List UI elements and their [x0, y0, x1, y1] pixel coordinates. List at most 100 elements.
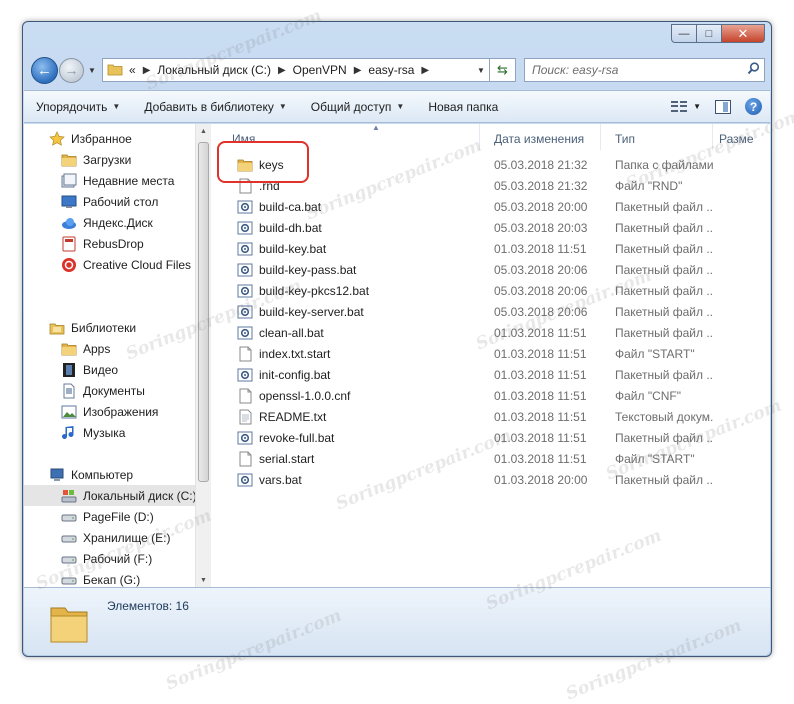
computer-group: Компьютер Локальный диск (C:) PageFile (D…: [24, 464, 195, 589]
file-date: 01.03.2018 11:51: [494, 388, 587, 403]
cc-icon: [61, 257, 77, 273]
file-row[interactable]: build-key-pass.bat 05.03.2018 20:06 Пакетн…: [212, 259, 770, 280]
arrow-left-icon: ←: [37, 61, 52, 79]
nav-drive-item[interactable]: Рабочий (F:): [24, 548, 195, 569]
organize-menu[interactable]: Упорядочить ▼: [36, 100, 120, 114]
file-row[interactable]: build-ca.bat 05.03.2018 20:00 Пакетный фай…: [212, 196, 770, 217]
address-bar[interactable]: « ▶ Локальный диск (C:) ▶ OpenVPN ▶ easy…: [102, 58, 490, 82]
nav-favorite-item[interactable]: Недавние места: [24, 170, 195, 191]
minimize-button[interactable]: —: [671, 24, 697, 43]
file-list-pane: ▲ Имя Дата изменения Тип Разме keys 05.03…: [212, 123, 770, 589]
file-name: .rnd: [259, 178, 280, 193]
file-row[interactable]: README.txt 01.03.2018 11:51 Текстовый доку…: [212, 406, 770, 427]
file-date: 05.03.2018 20:00: [494, 199, 588, 214]
column-date-modified[interactable]: Дата изменения: [480, 124, 601, 150]
new-folder-button[interactable]: Новая папка: [428, 100, 498, 114]
back-button[interactable]: ←: [31, 56, 58, 84]
file-type: Файл "START": [615, 346, 695, 361]
nav-favorite-item[interactable]: Рабочий стол: [24, 191, 195, 212]
favorites-group: Избранное Загрузки Недавние места Рабочий …: [24, 128, 195, 275]
drive-icon: [61, 551, 77, 567]
breadcrumb-local-disk[interactable]: Локальный диск (C:): [157, 63, 271, 77]
file-row[interactable]: .rnd 05.03.2018 21:32 Файл "RND": [212, 175, 770, 196]
nav-library-item[interactable]: Изображения: [24, 401, 195, 422]
forward-button[interactable]: →: [59, 57, 84, 83]
file-row[interactable]: build-dh.bat 05.03.2018 20:03 Пакетный фай…: [212, 217, 770, 238]
breadcrumb-separator[interactable]: ▶: [143, 65, 151, 76]
file-row[interactable]: serial.start 01.03.2018 11:51 Файл "START": [212, 448, 770, 469]
nav-favorite-item[interactable]: RebusDrop: [24, 233, 195, 254]
nav-favorite-item[interactable]: Загрузки: [24, 149, 195, 170]
file-row[interactable]: vars.bat 01.03.2018 20:00 Пакетный файл ..…: [212, 469, 770, 490]
file-row[interactable]: build-key-pkcs12.bat 05.03.2018 20:06 Паке…: [212, 280, 770, 301]
scroll-up-icon[interactable]: ▲: [196, 124, 211, 140]
nav-library-item[interactable]: Apps: [24, 338, 195, 359]
file-date: 05.03.2018 20:06: [494, 283, 588, 298]
maximize-button[interactable]: □: [697, 24, 722, 43]
file-row[interactable]: keys 05.03.2018 21:32 Папка с файлами: [212, 154, 770, 175]
help-icon[interactable]: ?: [745, 98, 762, 115]
file-name: build-ca.bat: [259, 199, 322, 214]
file-type: Пакетный файл ...: [615, 367, 713, 382]
file-name: build-key-pkcs12.bat: [259, 283, 370, 298]
nav-drive-item[interactable]: PageFile (D:): [24, 506, 195, 527]
file-row[interactable]: openssl-1.0.0.cnf 01.03.2018 11:51 Файл "C…: [212, 385, 770, 406]
breadcrumb-openvpn[interactable]: OpenVPN: [293, 63, 347, 77]
file-row[interactable]: init-config.bat 01.03.2018 11:51 Пакетный …: [212, 364, 770, 385]
column-type[interactable]: Тип: [601, 124, 713, 150]
column-size[interactable]: Разме: [713, 124, 770, 150]
column-name[interactable]: ▲ Имя: [212, 123, 480, 150]
file-row[interactable]: build-key-server.bat 05.03.2018 20:06 Паке…: [212, 301, 770, 322]
nav-library-item[interactable]: Видео: [24, 359, 195, 380]
address-overflow[interactable]: «: [129, 63, 136, 77]
video-icon: [61, 362, 77, 378]
library-icon: [49, 320, 65, 336]
file-date: 05.03.2018 20:06: [494, 304, 588, 319]
file-row[interactable]: index.txt.start 01.03.2018 11:51 Файл "STA…: [212, 343, 770, 364]
nav-favorite-item[interactable]: Creative Cloud Files: [24, 254, 195, 275]
search-input[interactable]: Поиск: easy-rsa: [524, 58, 765, 82]
close-button[interactable]: ✕: [722, 24, 765, 43]
navigation-scrollbar[interactable]: ▲ ▼: [195, 124, 211, 589]
file-type: Текстовый докум...: [615, 409, 713, 424]
nav-favorites[interactable]: Избранное: [24, 128, 195, 149]
file-row[interactable]: build-key.bat 01.03.2018 11:51 Пакетный фа…: [212, 238, 770, 259]
breadcrumb-easy-rsa[interactable]: easy-rsa: [368, 63, 414, 77]
preview-pane-icon[interactable]: [715, 99, 731, 114]
nav-computer[interactable]: Компьютер: [24, 464, 195, 485]
file-icon: [237, 451, 253, 467]
drive-icon: [61, 530, 77, 546]
file-name: build-key.bat: [259, 241, 327, 256]
address-history-dropdown[interactable]: ▼: [473, 66, 489, 75]
breadcrumb-separator[interactable]: ▶: [354, 65, 362, 76]
nav-favorite-item[interactable]: Яндекс.Диск: [24, 212, 195, 233]
batch-file-icon: [237, 241, 253, 257]
file-type: Пакетный файл ...: [615, 241, 713, 256]
breadcrumb-separator[interactable]: ▶: [278, 65, 286, 76]
batch-file-icon: [237, 283, 253, 299]
add-to-library-menu[interactable]: Добавить в библиотеку ▼: [144, 100, 286, 114]
nav-library-item[interactable]: Музыка: [24, 422, 195, 443]
search-icon[interactable]: [742, 62, 764, 78]
nav-drive-item[interactable]: Бекап (G:): [24, 569, 195, 589]
view-dropdown-icon[interactable]: ▼: [693, 102, 701, 111]
batch-file-icon: [237, 472, 253, 488]
music-icon: [61, 425, 77, 441]
file-name: keys: [259, 157, 284, 172]
recent-pages-dropdown[interactable]: ▼: [86, 66, 98, 75]
share-menu[interactable]: Общий доступ ▼: [311, 100, 405, 114]
file-row[interactable]: revoke-full.bat 01.03.2018 11:51 Пакетный …: [212, 427, 770, 448]
breadcrumb-separator[interactable]: ▶: [421, 65, 429, 76]
file-row[interactable]: clean-all.bat 01.03.2018 11:51 Пакетный фа…: [212, 322, 770, 343]
refresh-button[interactable]: ⇆: [490, 58, 516, 82]
file-name: revoke-full.bat: [259, 430, 335, 445]
nav-library-item[interactable]: Документы: [24, 380, 195, 401]
file-date: 01.03.2018 11:51: [494, 325, 587, 340]
nav-libraries[interactable]: Библиотеки: [24, 317, 195, 338]
nav-drive-item[interactable]: Локальный диск (C:): [24, 485, 195, 506]
view-options-icon[interactable]: [671, 100, 688, 113]
sort-ascending-icon: ▲: [372, 123, 380, 132]
nav-label: Компьютер: [71, 467, 134, 482]
nav-drive-item[interactable]: Хранилище (E:): [24, 527, 195, 548]
scrollbar-thumb[interactable]: [198, 142, 209, 482]
